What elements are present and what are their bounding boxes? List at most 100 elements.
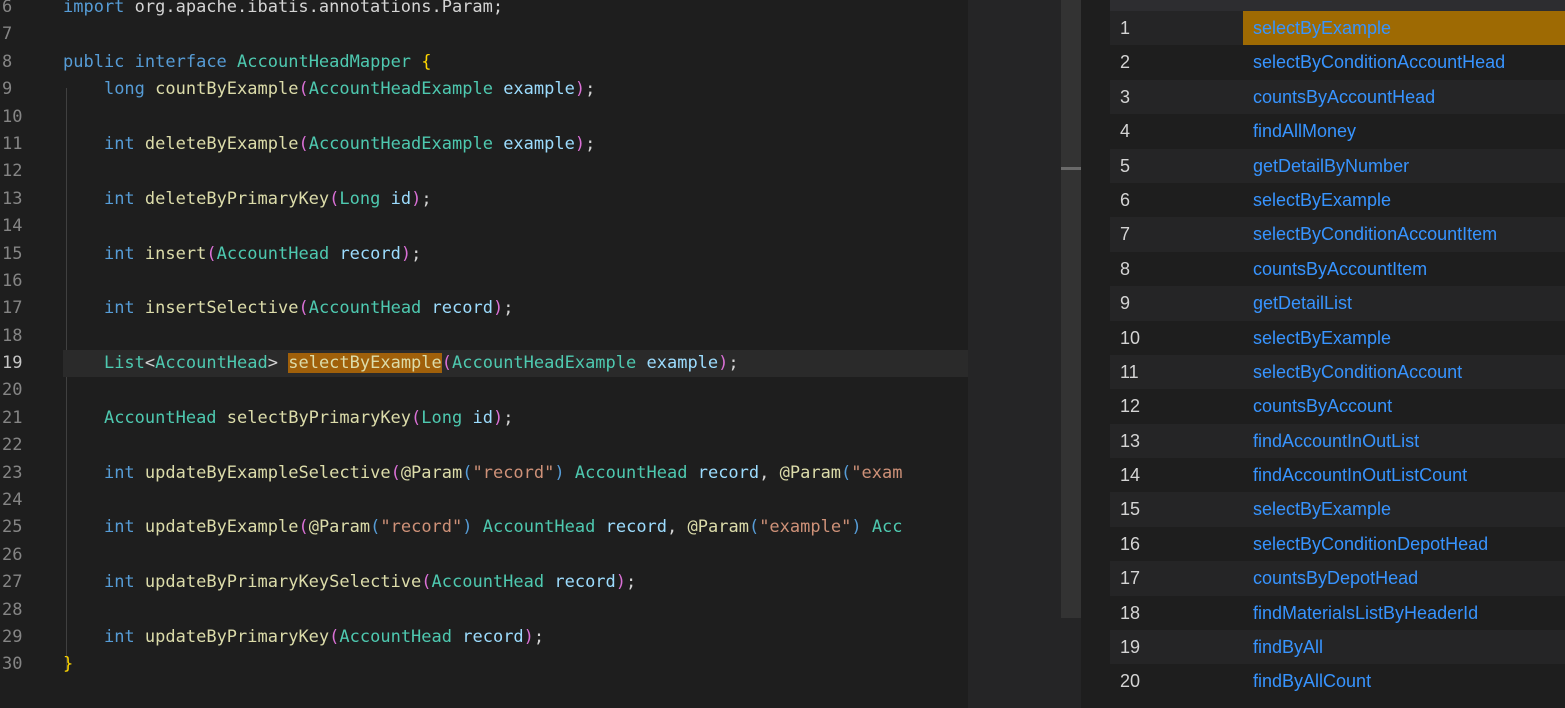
line-number: 6 (2, 0, 13, 17)
line-number: 18 (2, 325, 23, 346)
code-line-6: import org.apache.ibatis.annotations.Par… (63, 0, 504, 17)
line-number: 25 (2, 517, 23, 538)
result-index: 17 (1120, 568, 1141, 589)
result-row[interactable]: 14 findAccountInOutListCount (1110, 458, 1565, 493)
result-index: 9 (1120, 293, 1131, 314)
line-number: 16 (2, 270, 23, 291)
result-index: 14 (1120, 465, 1141, 486)
result-index: 12 (1120, 396, 1141, 417)
search-match-highlight: selectByExample (288, 353, 442, 374)
result-method-link[interactable]: findByAllCount (1243, 664, 1565, 698)
result-row[interactable]: 13 findAccountInOutList (1110, 423, 1565, 459)
result-row[interactable]: 17 countsByDepotHead (1110, 561, 1565, 596)
result-row[interactable]: 3 countsByAccountHead (1110, 79, 1565, 115)
result-index: 6 (1120, 189, 1131, 210)
result-method-link[interactable]: countsByAccountHead (1243, 80, 1565, 114)
result-row[interactable]: 10 selectByExample (1110, 320, 1565, 355)
result-method-link[interactable]: selectByExample (1243, 11, 1565, 46)
line-number: 13 (2, 188, 23, 209)
result-row[interactable]: 18 findMaterialsListByHeaderId (1110, 595, 1565, 631)
result-method-link[interactable]: getDetailList (1243, 286, 1565, 320)
result-index: 18 (1120, 602, 1141, 623)
line-number: 17 (2, 298, 23, 319)
result-method-link[interactable]: selectByConditionDepotHead (1243, 527, 1565, 561)
result-method-link[interactable]: findByAll (1243, 630, 1565, 664)
code-line-19-current: List<AccountHead> selectByExample(Accoun… (63, 350, 968, 378)
code-line-15: int insert(AccountHead record); (103, 243, 422, 264)
result-row[interactable]: 20 findByAllCount (1110, 664, 1565, 699)
result-method-link[interactable]: selectByExample (1243, 183, 1565, 217)
line-number: 21 (2, 407, 23, 428)
result-method-link[interactable]: countsByAccount (1243, 389, 1565, 423)
result-index: 5 (1120, 155, 1131, 176)
result-method-link[interactable]: findAllMoney (1243, 114, 1565, 148)
result-row[interactable]: 9 getDetailList (1110, 286, 1565, 321)
result-method-link[interactable]: getDetailByNumber (1243, 149, 1565, 183)
result-method-link[interactable]: countsByDepotHead (1243, 561, 1565, 595)
result-row[interactable]: 2 selectByConditionAccountHead (1110, 45, 1565, 80)
code-line-8: public interface AccountHeadMapper { (63, 51, 432, 72)
line-number: 23 (2, 462, 23, 483)
result-method-link[interactable]: findAccountInOutList (1243, 424, 1565, 458)
result-row[interactable]: 12 countsByAccount (1110, 389, 1565, 424)
line-number: 30 (2, 654, 23, 675)
result-method-link[interactable]: selectByExample (1243, 492, 1565, 526)
results-list: 1 selectByExample 2 selectByConditionAccoun… (1110, 11, 1565, 699)
line-number: 20 (2, 380, 23, 401)
result-index: 8 (1120, 258, 1131, 279)
code-line-27: int updateByPrimaryKeySelective(AccountH… (103, 572, 637, 593)
code-line-30: } (63, 654, 74, 675)
result-row[interactable]: 5 getDetailByNumber (1110, 148, 1565, 183)
line-number: 7 (2, 24, 13, 45)
result-index: 19 (1120, 637, 1141, 658)
results-panel: 1 selectByExample 2 selectByConditionAccoun… (1110, 0, 1565, 708)
line-number: 26 (2, 544, 23, 565)
code-line-13: int deleteByPrimaryKey(Long id); (103, 188, 432, 209)
result-index: 7 (1120, 224, 1131, 245)
code-line-21: AccountHead selectByPrimaryKey(Long id); (103, 407, 514, 428)
result-method-link[interactable]: countsByAccountItem (1243, 252, 1565, 286)
code-area[interactable]: import org.apache.ibatis.annotations.Par… (63, 0, 968, 679)
result-method-link[interactable]: selectByConditionAccount (1243, 355, 1565, 389)
result-index: 4 (1120, 121, 1131, 142)
result-method-link[interactable]: selectByConditionAccountItem (1243, 217, 1565, 251)
result-index: 13 (1120, 430, 1141, 451)
line-number-gutter: 6 7 8 9 10 11 12 13 14 15 16 17 18 19 20 21 22 23 24 25 26 27… (0, 0, 46, 679)
result-row[interactable]: 16 selectByConditionDepotHead (1110, 526, 1565, 562)
result-row[interactable]: 1 selectByExample (1110, 11, 1565, 46)
result-row[interactable]: 11 selectByConditionAccount (1110, 354, 1565, 390)
result-method-link[interactable]: selectByExample (1243, 321, 1565, 355)
result-row[interactable]: 15 selectByExample (1110, 492, 1565, 527)
line-number: 19 (2, 353, 23, 374)
code-editor[interactable]: 6 7 8 9 10 11 12 13 14 15 16 17 18 19 20 21 22 23 24 25 26 27… (0, 0, 968, 708)
panel-divider (1081, 0, 1110, 708)
result-index: 20 (1120, 671, 1141, 692)
code-line-25: int updateByExample(@Param("record") Acc… (103, 517, 903, 538)
result-index: 15 (1120, 499, 1141, 520)
line-number: 24 (2, 490, 23, 511)
scrollbar-thumb[interactable] (1061, 167, 1081, 170)
result-row[interactable]: 8 countsByAccountItem (1110, 251, 1565, 287)
vertical-scrollbar[interactable] (1061, 0, 1081, 618)
line-number: 10 (2, 106, 23, 127)
result-row[interactable]: 19 findByAll (1110, 630, 1565, 665)
result-index: 11 (1120, 361, 1139, 382)
result-index: 3 (1120, 86, 1131, 107)
result-row[interactable]: 6 selectByExample (1110, 182, 1565, 218)
code-line-9: long countByExample(AccountHeadExample e… (103, 79, 596, 100)
result-row[interactable]: 7 selectByConditionAccountItem (1110, 217, 1565, 252)
results-header (1110, 0, 1565, 11)
result-index: 10 (1120, 327, 1141, 348)
result-method-link[interactable]: findAccountInOutListCount (1243, 458, 1565, 492)
result-row[interactable]: 4 findAllMoney (1110, 114, 1565, 149)
result-method-link[interactable]: findMaterialsListByHeaderId (1243, 596, 1565, 630)
result-method-link[interactable]: selectByConditionAccountHead (1243, 45, 1565, 79)
code-line-11: int deleteByExample(AccountHeadExample e… (103, 133, 596, 154)
line-number: 11 (2, 133, 23, 154)
